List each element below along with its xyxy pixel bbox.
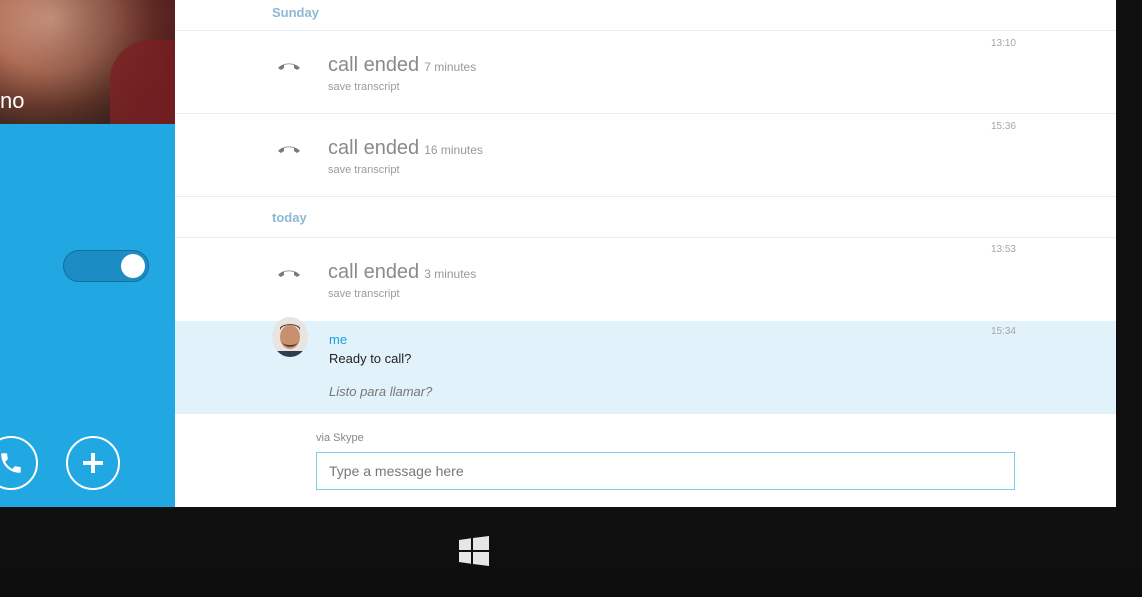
contact-name: no	[0, 88, 25, 113]
timestamp: 15:36	[990, 121, 1016, 132]
call-status: call ended	[328, 54, 420, 76]
skype-window: no Sunday call ended 7 minutes save tran…	[0, 0, 1116, 507]
contact-photo: no	[0, 0, 175, 124]
message-input[interactable]	[316, 452, 1015, 490]
message-text: Ready to call?	[329, 351, 412, 366]
hangup-icon	[278, 146, 300, 153]
device-bezel-right	[1116, 0, 1142, 507]
call-entry: call ended 16 minutes save transcript 15:…	[175, 114, 1116, 196]
windows-logo-icon[interactable]	[459, 536, 489, 566]
day-label-today: today	[272, 210, 307, 225]
call-duration: 7 minutes	[424, 60, 477, 74]
call-entry: call ended 7 minutes save transcript 13:1…	[175, 31, 1116, 113]
timestamp: 13:53	[990, 244, 1016, 255]
add-participant-button[interactable]	[66, 436, 120, 490]
hangup-icon	[278, 270, 300, 277]
call-duration: 16 minutes	[424, 143, 483, 157]
day-label-sunday: Sunday	[272, 5, 319, 20]
call-status: call ended	[328, 137, 420, 159]
timestamp: 13:10	[990, 38, 1016, 49]
toggle-knob	[121, 254, 145, 278]
call-status: call ended	[328, 261, 420, 283]
contact-sidebar: no	[0, 0, 175, 507]
hangup-icon	[278, 63, 300, 70]
user-avatar-icon	[272, 317, 308, 357]
save-transcript-link[interactable]: save transcript	[328, 288, 400, 300]
message-sender: me	[329, 332, 348, 347]
save-transcript-link[interactable]: save transcript	[328, 164, 400, 176]
translator-toggle[interactable]	[63, 250, 149, 282]
message-timestamp: 15:34	[990, 326, 1016, 337]
via-label: via Skype	[316, 432, 364, 444]
save-transcript-link[interactable]: save transcript	[328, 81, 400, 93]
call-button[interactable]	[0, 436, 38, 490]
message-row	[175, 321, 1116, 414]
conversation-panel: Sunday call ended 7 minutes save transcri…	[175, 0, 1116, 507]
message-translation: Listo para llamar?	[329, 384, 433, 399]
call-duration: 3 minutes	[424, 267, 477, 281]
plus-icon	[83, 453, 103, 473]
call-entry: call ended 3 minutes save transcript 13:5…	[175, 238, 1116, 321]
phone-icon	[1, 453, 21, 473]
avatar	[272, 317, 308, 357]
